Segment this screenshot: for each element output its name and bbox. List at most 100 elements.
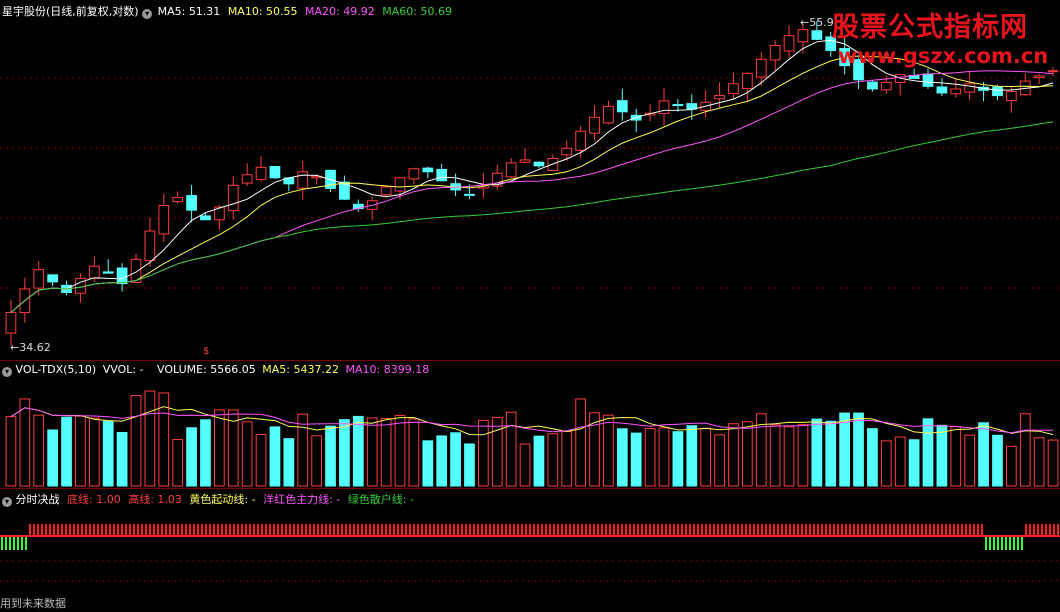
signal-red-tick <box>557 524 559 536</box>
candle-body <box>255 166 267 180</box>
volume-bar <box>144 390 156 487</box>
signal-red-tick <box>833 524 835 536</box>
price-chart[interactable] <box>0 18 1060 360</box>
signal-red-tick <box>1025 524 1027 536</box>
signal-red-tick <box>409 524 411 536</box>
signal-red-tick <box>173 524 175 536</box>
volume-bar <box>714 434 725 487</box>
signal-red-tick <box>637 524 639 536</box>
candle-body <box>1006 91 1017 102</box>
footer-note: 用到未来数据 <box>0 597 66 610</box>
signal-red-tick <box>853 524 855 536</box>
volume-chart[interactable] <box>0 378 1060 488</box>
signal-red-tick <box>641 524 643 536</box>
signal-red-tick <box>417 524 419 536</box>
signal-red-tick <box>837 524 839 536</box>
signal-yellow-line: 黄色起动线: - <box>189 493 256 506</box>
signal-red-tick <box>569 524 571 536</box>
volume-bar <box>311 435 322 487</box>
signal-red-tick <box>541 524 543 536</box>
chevron-down-icon[interactable]: ▾ <box>2 367 12 377</box>
signal-red-tick <box>333 524 335 536</box>
signal-chart[interactable] <box>0 506 1060 606</box>
volume-bar <box>5 416 17 487</box>
candle-body <box>1047 70 1059 73</box>
stock-title: 星宇股份(日线,前复权,对数) <box>2 5 139 18</box>
signal-red-tick <box>597 524 599 536</box>
signal-red-tick <box>117 524 119 536</box>
candle-body <box>47 274 58 283</box>
signal-red-tick <box>453 524 455 536</box>
signal-red-tick <box>565 524 567 536</box>
signal-red-tick <box>305 524 307 536</box>
signal-red-tick <box>625 524 627 536</box>
signal-red-tick <box>845 524 847 536</box>
signal-red-tick <box>533 524 535 536</box>
signal-red-tick <box>697 524 699 536</box>
signal-green-tick <box>5 536 7 550</box>
candle-body <box>936 86 948 94</box>
signal-red-tick <box>617 524 619 536</box>
signal-red-tick <box>65 524 67 536</box>
signal-red-tick <box>145 524 147 536</box>
signal-red-tick <box>53 524 55 536</box>
candle-body <box>811 30 823 40</box>
signal-red-tick <box>953 524 955 536</box>
signal-red-tick <box>317 524 319 536</box>
signal-red-tick <box>869 524 871 536</box>
signal-red-tick <box>945 524 947 536</box>
volume-bar <box>339 419 350 487</box>
signal-red-tick <box>437 524 439 536</box>
signal-red-tick <box>269 524 271 536</box>
signal-red-tick <box>441 524 443 536</box>
signal-red-tick <box>537 524 539 536</box>
signal-red-tick <box>769 524 771 536</box>
volume-bar <box>19 398 31 487</box>
signal-red-tick <box>93 524 95 536</box>
signal-green-line: 绿色散户线: - <box>347 493 414 506</box>
signal-red-tick <box>473 524 475 536</box>
signal-red-tick <box>1033 524 1035 536</box>
signal-red-tick <box>365 524 367 536</box>
signal-green-tick <box>21 536 23 550</box>
signal-red-tick <box>589 524 591 536</box>
signal-red-tick <box>109 524 111 536</box>
signal-red-tick <box>969 524 971 536</box>
candle-body <box>589 116 600 134</box>
signal-red-tick <box>157 524 159 536</box>
signal-red-tick <box>101 524 103 536</box>
signal-red-tick <box>785 524 787 536</box>
volume-bar <box>297 413 309 487</box>
signal-red-tick <box>745 524 747 536</box>
signal-red-tick <box>737 524 739 536</box>
volume-bar <box>1033 437 1045 487</box>
candle-body <box>755 58 767 78</box>
signal-red-tick <box>353 524 355 536</box>
volume-bar <box>547 433 559 487</box>
ma10-line <box>10 55 1054 313</box>
signal-red-tick <box>165 524 167 536</box>
signal-red-tick <box>197 524 199 536</box>
signal-red-tick <box>937 524 939 536</box>
volume-bar <box>950 426 962 487</box>
volume-bar <box>88 417 100 487</box>
signal-red-tick <box>729 524 731 536</box>
signal-red-tick <box>69 524 71 536</box>
signal-red-tick <box>753 524 755 536</box>
candle-body <box>436 168 448 182</box>
panel-divider <box>0 488 1060 489</box>
signal-red-tick <box>121 524 123 536</box>
volume-bar <box>186 427 197 487</box>
candle-body <box>408 168 420 180</box>
candle-body <box>505 162 517 178</box>
signal-red-tick <box>213 524 215 536</box>
candle-body <box>783 35 795 52</box>
signal-red-tick <box>73 524 75 536</box>
signal-red-tick <box>249 524 251 536</box>
signal-red-tick <box>397 524 399 536</box>
volume-bar <box>241 421 253 487</box>
candle-body <box>742 72 753 90</box>
signal-green-tick <box>1005 536 1007 550</box>
candle-body <box>769 45 781 61</box>
signal-red-tick <box>733 524 735 536</box>
